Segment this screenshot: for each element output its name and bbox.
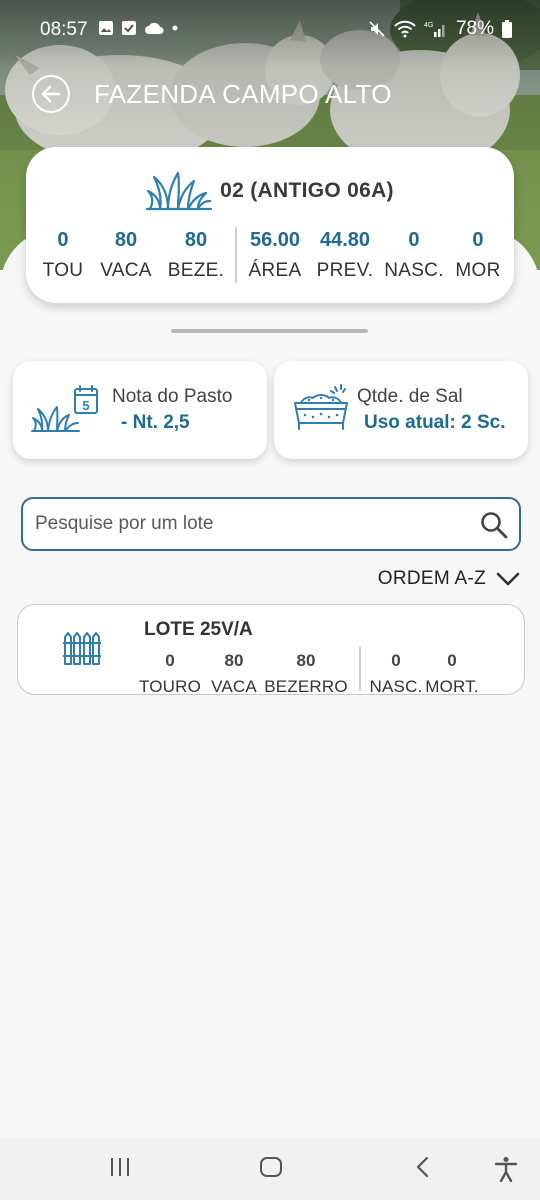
stat-bezerro: 80 BEZE.	[168, 229, 224, 282]
stat-touro: 0 TOU	[43, 229, 84, 282]
chevron-down-icon	[496, 572, 520, 586]
stat-label: MOR	[455, 260, 501, 281]
lot-stat-vaca: 80 VACA	[211, 651, 257, 697]
divider	[235, 227, 237, 283]
stat-value: 44.80	[319, 229, 371, 251]
signal-icon: 4G	[424, 22, 445, 37]
stat-nascimentos: 0 NASC.	[384, 229, 444, 282]
drag-handle[interactable]	[171, 329, 368, 333]
lot-stat-label: NASC.	[369, 677, 423, 696]
lot-stat-label: MORT.	[425, 677, 479, 696]
lot-stat-nascimentos: 0 NASC.	[370, 651, 423, 697]
lot-stat-value: 80	[296, 651, 316, 670]
stat-value: 56.00	[249, 229, 301, 251]
mute-icon	[369, 21, 385, 37]
status-time: 08:57	[40, 19, 88, 40]
stat-label: TOU	[42, 260, 84, 281]
lot-stat-label: VACA	[211, 677, 257, 696]
stat-label: NASC.	[384, 260, 444, 281]
wifi-icon	[394, 20, 416, 38]
search-icon[interactable]	[479, 510, 509, 540]
lot-stat-value: 0	[165, 651, 175, 670]
lot-stat-label: BEZERRO	[264, 677, 348, 696]
page-title: FAZENDA CAMPO ALTO	[94, 78, 392, 109]
svg-text:5: 5	[82, 398, 89, 413]
status-bar: 08:57 4G 78%	[0, 0, 540, 58]
stat-label: BEZE.	[167, 260, 225, 281]
battery-icon	[502, 20, 512, 38]
lot-stat-value: 0	[447, 651, 457, 670]
stat-value: 80	[184, 229, 208, 251]
lot-stat-bezerro: 80 BEZERRO	[264, 651, 348, 697]
pasture-grade-title: Nota do Pasto	[112, 386, 233, 407]
divider	[359, 647, 361, 691]
lot-stat-touro: 0 TOURO	[139, 651, 201, 697]
stat-area: 56.00 ÁREA	[249, 229, 302, 282]
task-notification-icon	[122, 21, 136, 35]
pasture-name: 02 (ANTIGO 06A)	[220, 179, 394, 202]
pasture-grade-value: - Nt. 2,5	[121, 412, 190, 433]
lot-stat-mortes: 0 MORT.	[425, 651, 479, 697]
salt-quantity-value: Uso atual: 2 Sc.	[364, 412, 506, 433]
recent-apps-icon[interactable]	[108, 1156, 132, 1178]
app-header: FAZENDA CAMPO ALTO	[32, 74, 392, 114]
stat-label: PREV.	[316, 260, 374, 281]
lot-stat-label: TOURO	[138, 677, 202, 696]
lot-search-box	[21, 497, 521, 551]
lot-stat-value: 80	[224, 651, 244, 670]
stat-value: 0	[472, 229, 484, 251]
sort-label: ORDEM A-Z	[377, 568, 486, 589]
grass-icon	[146, 171, 213, 211]
lot-card[interactable]: LOTE 25V/A 0 TOURO 80 VACA 80 BEZERRO 0 …	[17, 604, 525, 697]
stat-label: ÁREA	[248, 260, 302, 281]
pasture-summary-card: 02 (ANTIGO 06A) 0 TOU 80 VACA 80 BEZE. 5…	[26, 147, 514, 303]
accessibility-icon[interactable]	[494, 1156, 518, 1182]
svg-text:4G: 4G	[424, 22, 433, 29]
stat-value: 0	[408, 229, 420, 251]
sort-dropdown[interactable]: ORDEM A-Z	[378, 568, 520, 590]
stat-value: 0	[57, 229, 69, 251]
stat-mortes: 0 MOR	[455, 229, 500, 282]
battery-level: 78%	[455, 18, 494, 39]
lot-name: LOTE 25V/A	[144, 619, 253, 640]
stat-previsao: 44.80 PREV.	[317, 229, 374, 282]
salt-trough-icon	[294, 384, 348, 430]
fence-icon	[63, 632, 101, 665]
system-nav-bar	[0, 1138, 540, 1200]
salt-quantity-card[interactable]: Qtde. de Sal Uso atual: 2 Sc.	[274, 361, 528, 459]
stat-value: 80	[114, 229, 138, 251]
cloud-icon	[145, 22, 164, 34]
dot-icon	[172, 25, 178, 31]
lot-search-input[interactable]	[35, 509, 465, 539]
calendar-grass-icon: 5	[31, 385, 98, 432]
lot-stat-value: 0	[391, 651, 401, 670]
pasture-grade-card[interactable]: 5 Nota do Pasto - Nt. 2,5	[13, 361, 267, 459]
stat-vaca: 80 VACA	[100, 229, 152, 282]
back-nav-icon[interactable]	[412, 1156, 434, 1178]
image-notification-icon	[99, 21, 113, 35]
back-button[interactable]	[32, 75, 70, 113]
home-icon[interactable]	[259, 1156, 283, 1178]
arrow-left-icon	[41, 85, 61, 103]
salt-quantity-title: Qtde. de Sal	[357, 386, 463, 407]
stat-label: VACA	[100, 260, 152, 281]
